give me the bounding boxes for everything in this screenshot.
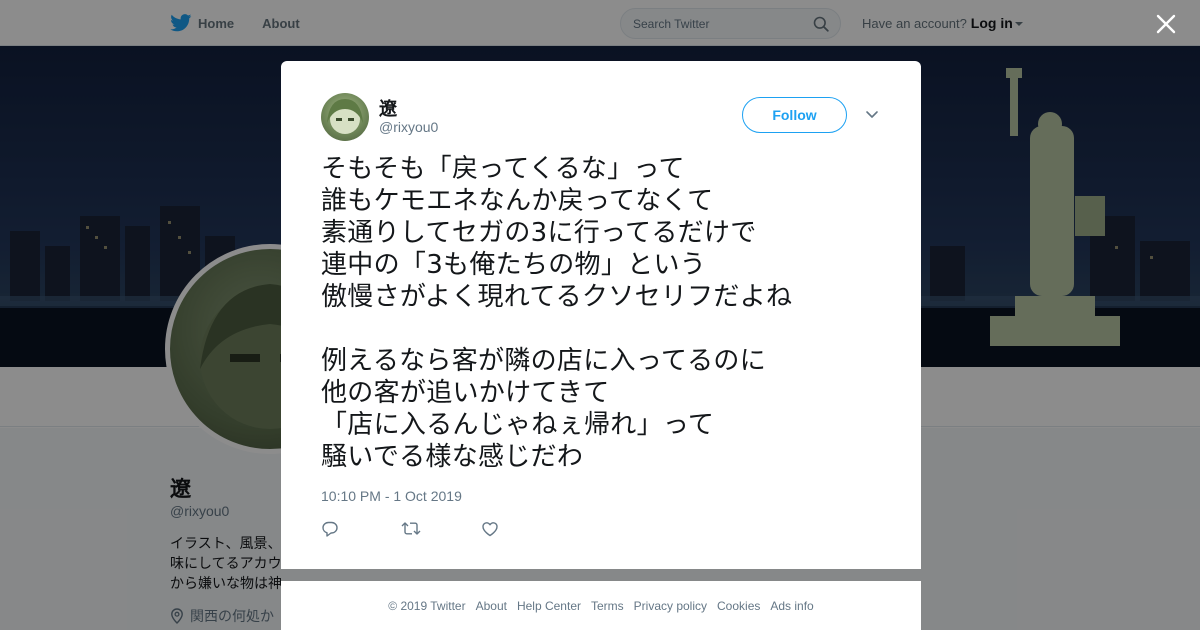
footer-link-privacy[interactable]: Privacy policy xyxy=(634,599,707,613)
close-icon[interactable] xyxy=(1155,13,1177,35)
follow-button[interactable]: Follow xyxy=(742,97,847,133)
chevron-down-icon[interactable] xyxy=(864,109,880,121)
author-handle[interactable]: @rixyou0 xyxy=(379,119,438,135)
like-icon xyxy=(482,522,498,537)
footer-link-cookies[interactable]: Cookies xyxy=(717,599,760,613)
author-avatar-illustration xyxy=(327,99,363,134)
footer-link-about[interactable]: About xyxy=(476,599,507,613)
footer-link-ads-info[interactable]: Ads info xyxy=(770,599,813,613)
author-avatar[interactable] xyxy=(321,93,369,141)
tweet-modal: 遼 @rixyou0 Follow そもそも「戻ってくるな」って 誰もケモエネな… xyxy=(281,61,921,569)
modal-footer: © 2019 Twitter About Help Center Terms P… xyxy=(281,581,921,630)
reply-button[interactable] xyxy=(321,519,401,539)
like-button[interactable] xyxy=(481,519,561,539)
retweet-icon xyxy=(401,522,421,535)
tweet-actions xyxy=(321,519,561,539)
footer-copyright: © 2019 Twitter xyxy=(388,598,466,613)
footer-link-help-center[interactable]: Help Center xyxy=(517,599,581,613)
retweet-button[interactable] xyxy=(401,519,481,539)
author-name[interactable]: 遼 xyxy=(379,95,397,121)
tweet-timestamp[interactable]: 10:10 PM - 1 Oct 2019 xyxy=(321,488,462,504)
reply-icon xyxy=(322,521,338,537)
footer-link-terms[interactable]: Terms xyxy=(591,599,624,613)
tweet-text: そもそも「戻ってくるな」って 誰もケモエネなんか戻ってなくて 素通りしてセガの3… xyxy=(321,154,793,472)
